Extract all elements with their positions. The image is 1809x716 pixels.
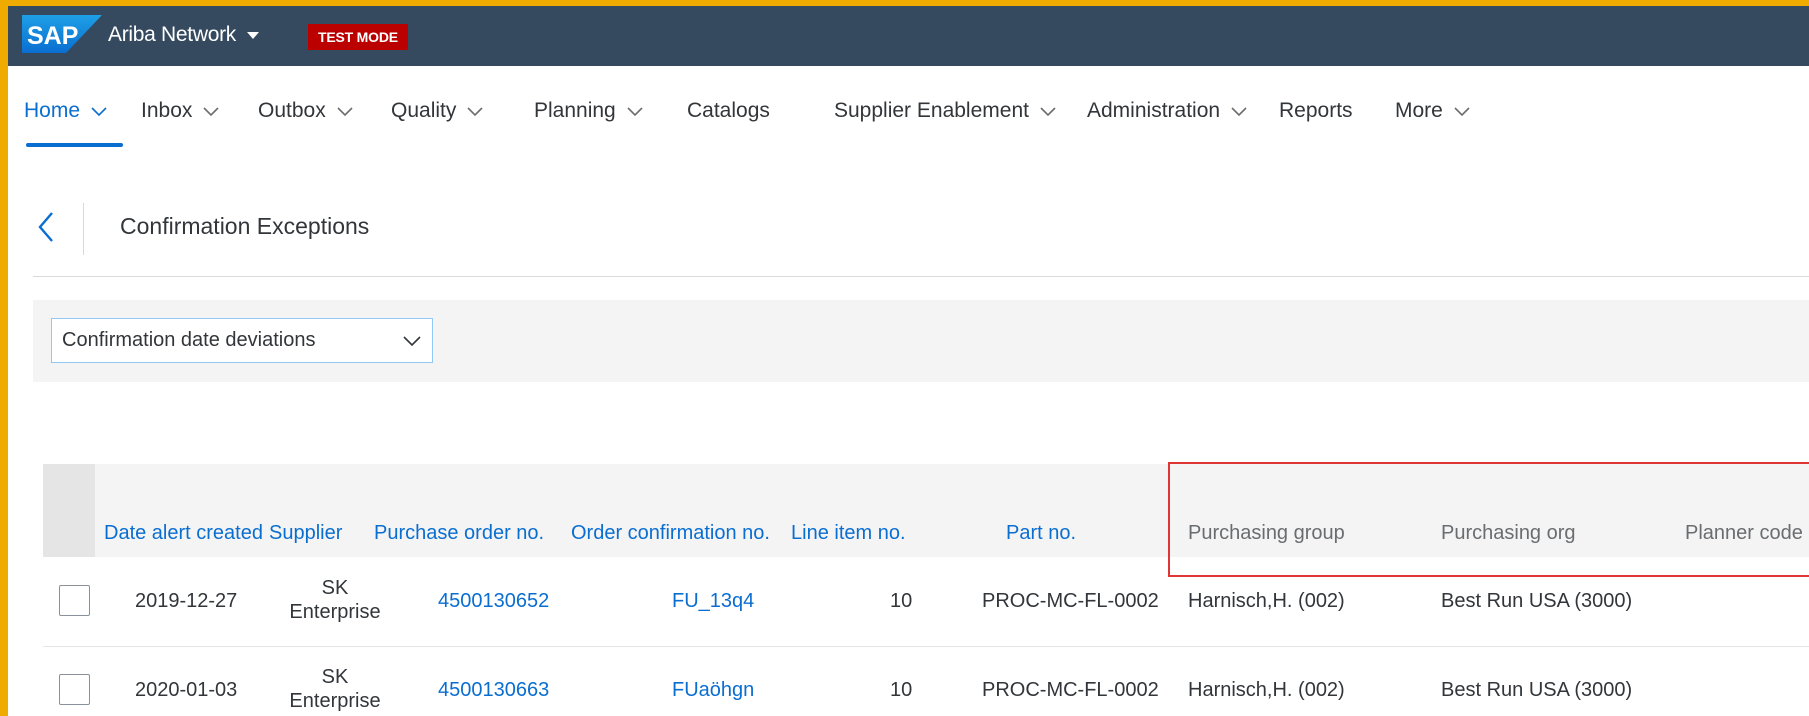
sap-logo-text: SAP: [27, 22, 78, 50]
shell-bar: SAP Ariba Network TEST MODE: [8, 6, 1809, 66]
col-line-item-no[interactable]: Line item no.: [791, 522, 906, 545]
col-date-alert-created[interactable]: Date alert created: [104, 522, 263, 545]
nav-label: More: [1395, 99, 1443, 122]
nav-label: Outbox: [258, 99, 326, 122]
highlight-annotation-box: [1168, 462, 1809, 577]
chevron-down-icon: [627, 107, 643, 117]
top-navigation: Home Inbox Outbox Quality Planning Catal…: [8, 66, 1809, 152]
cell-supplier: SK Enterprise: [289, 577, 381, 623]
chevron-down-icon: [1231, 107, 1247, 117]
header-rule: [33, 276, 1809, 277]
chevron-down-icon: [1454, 107, 1470, 117]
cell-date: 2020-01-03: [135, 679, 238, 701]
cell-part-no: PROC-MC-FL-0002: [982, 590, 1159, 612]
page-title: Confirmation Exceptions: [120, 213, 370, 239]
chevron-left-icon[interactable]: [34, 209, 58, 245]
cell-purchase-order-link[interactable]: 4500130652: [438, 590, 549, 613]
cell-date: 2019-12-27: [135, 590, 238, 612]
row-checkbox[interactable]: [59, 585, 90, 616]
nav-quality[interactable]: Quality: [391, 94, 484, 128]
caret-down-icon: [246, 32, 259, 39]
nav-home[interactable]: Home: [24, 94, 108, 128]
col-supplier[interactable]: Supplier: [269, 522, 342, 545]
nav-label: Planning: [534, 99, 616, 122]
chevron-down-icon: [91, 107, 107, 117]
nav-outbox[interactable]: Outbox: [258, 94, 354, 128]
cell-order-confirmation-link[interactable]: FU_13q4: [672, 590, 754, 613]
app-switcher[interactable]: Ariba Network: [108, 20, 260, 50]
chevron-down-icon: [467, 107, 483, 117]
nav-reports[interactable]: Reports: [1279, 94, 1353, 128]
cell-purchasing-group: Harnisch,H. (002): [1188, 590, 1345, 612]
nav-supplier-enablement[interactable]: Supplier Enablement: [834, 94, 1057, 128]
select-value: Confirmation date deviations: [62, 329, 316, 351]
nav-administration[interactable]: Administration: [1087, 94, 1248, 128]
col-purchase-order-no[interactable]: Purchase order no.: [374, 522, 544, 545]
chevron-down-icon: [1040, 107, 1056, 117]
col-order-confirmation-no[interactable]: Order confirmation no.: [571, 522, 770, 545]
nav-planning[interactable]: Planning: [534, 94, 644, 128]
cell-line-item: 10: [890, 679, 913, 701]
nav-catalogs[interactable]: Catalogs: [687, 94, 770, 128]
active-tab-indicator: [26, 143, 123, 147]
nav-label: Home: [24, 99, 81, 122]
test-mode-badge: TEST MODE: [308, 24, 408, 50]
cell-purchasing-org: Best Run USA (3000): [1441, 679, 1633, 701]
exception-type-select[interactable]: Confirmation date deviations: [51, 318, 433, 363]
nav-label: Catalogs: [687, 99, 770, 122]
col-part-no[interactable]: Part no.: [1006, 522, 1076, 545]
nav-label: Supplier Enablement: [834, 99, 1029, 122]
cell-supplier: SK Enterprise: [289, 666, 381, 712]
cell-order-confirmation-link[interactable]: FUaöhgn: [672, 679, 754, 702]
app-frame: SAP Ariba Network TEST MODE Home Inbox O…: [0, 0, 1809, 716]
nav-label: Reports: [1279, 99, 1353, 122]
row-checkbox[interactable]: [59, 674, 90, 705]
cell-purchasing-group: Harnisch,H. (002): [1188, 679, 1345, 701]
chevron-down-icon: [337, 107, 353, 117]
nav-label: Administration: [1087, 99, 1221, 122]
nav-label: Quality: [391, 99, 457, 122]
cell-purchase-order-link[interactable]: 4500130663: [438, 679, 549, 702]
app-title: Ariba Network: [108, 23, 236, 46]
nav-label: Inbox: [141, 99, 193, 122]
cell-part-no: PROC-MC-FL-0002: [982, 679, 1159, 701]
nav-inbox[interactable]: Inbox: [141, 94, 220, 128]
chevron-down-icon: [203, 107, 219, 117]
cell-purchasing-org: Best Run USA (3000): [1441, 590, 1633, 612]
sap-logo-icon[interactable]: SAP: [22, 15, 102, 53]
header-divider: [83, 203, 84, 255]
select-column-header: [43, 464, 95, 557]
nav-more[interactable]: More: [1395, 94, 1471, 128]
chevron-down-icon: [403, 336, 421, 347]
cell-line-item: 10: [890, 590, 913, 612]
